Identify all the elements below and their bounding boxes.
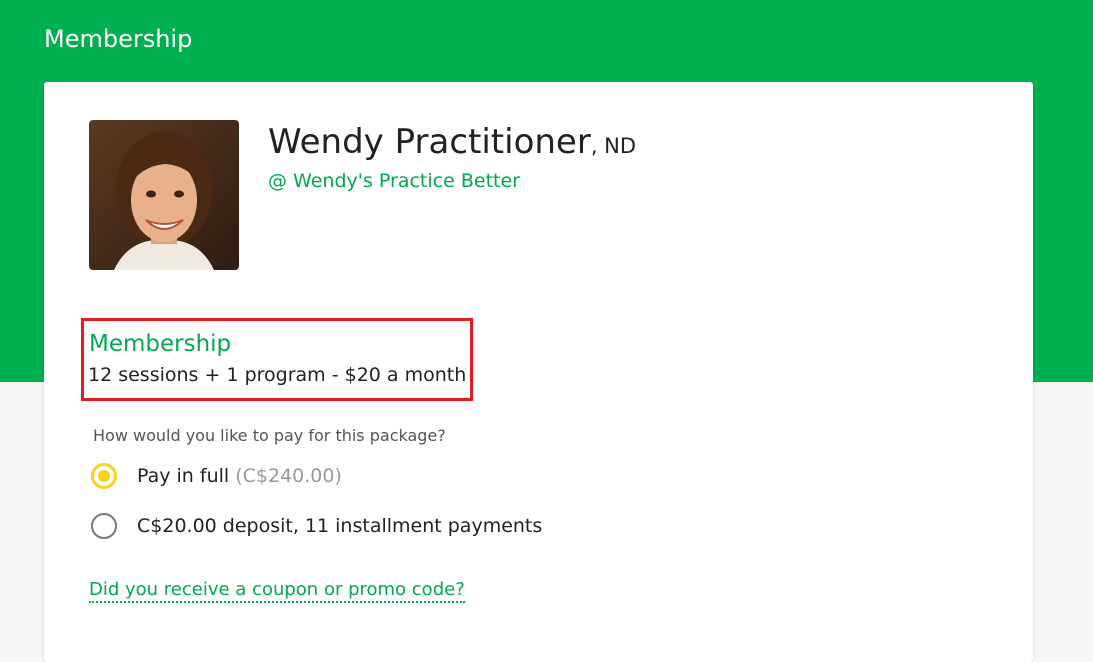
package-name: Membership: [89, 331, 232, 357]
page-title: Membership: [44, 25, 193, 53]
package-card: Wendy Practitioner, ND @ Wendy's Practic…: [44, 82, 1033, 662]
coupon-link[interactable]: Did you receive a coupon or promo code?: [89, 579, 465, 603]
installment-label: C$20.00 deposit, 11 installment payments: [137, 515, 543, 537]
pay-in-full-option[interactable]: Pay in full (C$240.00): [91, 463, 342, 489]
practitioner-credential: , ND: [590, 134, 637, 158]
pay-in-full-amount: (C$240.00): [235, 465, 342, 487]
practice-link[interactable]: @ Wendy's Practice Better: [268, 170, 520, 192]
payment-question: How would you like to pay for this packa…: [93, 426, 446, 445]
radio-unselected-icon[interactable]: [91, 513, 117, 539]
practitioner-name-line: Wendy Practitioner, ND: [268, 122, 636, 162]
installment-option[interactable]: C$20.00 deposit, 11 installment payments: [91, 513, 542, 539]
pay-in-full-label: Pay in full (C$240.00): [137, 465, 342, 487]
radio-selected-icon[interactable]: [91, 463, 117, 489]
practitioner-name: Wendy Practitioner: [268, 122, 591, 162]
package-description: 12 sessions + 1 program - $20 a month: [88, 364, 467, 386]
avatar: [89, 120, 239, 270]
pay-in-full-text: Pay in full: [137, 465, 230, 487]
